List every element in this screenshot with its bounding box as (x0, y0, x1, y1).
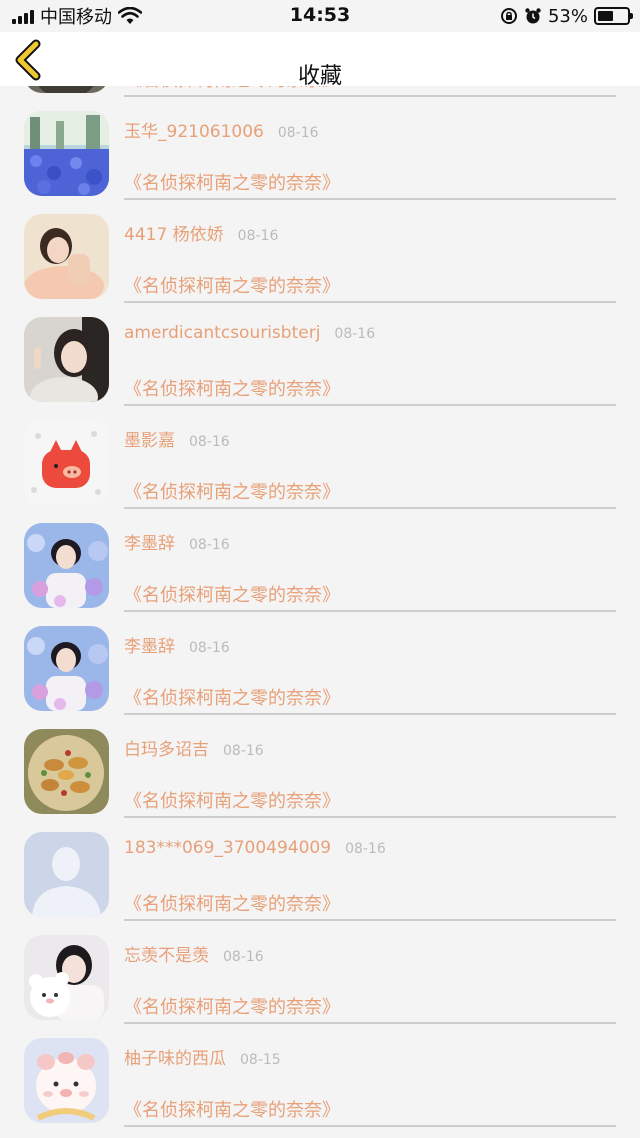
page-title: 收藏 (297, 64, 342, 89)
avatar[interactable] (24, 420, 109, 505)
username: amerdicantcsourisbterj (124, 323, 321, 343)
navigation-bar: 收藏 (0, 32, 640, 89)
avatar[interactable] (24, 832, 109, 917)
username: 玉华_921061006 (124, 122, 264, 142)
date-label: 08-16 (237, 228, 279, 244)
avatar[interactable] (24, 729, 109, 814)
avatar[interactable] (24, 1038, 109, 1123)
list-item[interactable]: 忘羡不是羡 08-16 《名侦探柯南之零的奈奈》 (0, 921, 640, 1024)
favorite-title-link[interactable]: 《名侦探柯南之零的奈奈》 (124, 787, 340, 813)
avatar[interactable] (24, 523, 109, 608)
username: 4417 杨依娇 (124, 225, 224, 245)
username: 白玛多诏吉 (124, 740, 209, 760)
date-label: 08-16 (277, 125, 319, 141)
date-label: 08-16 (223, 743, 264, 759)
username: 墨影嘉 (124, 431, 175, 451)
list-item[interactable]: 柚子味的西瓜 08-15 《名侦探柯南之零的奈奈》 (0, 1024, 640, 1127)
date-label: 08-16 (223, 949, 264, 965)
username: 忘羡不是羡 (124, 946, 209, 966)
favorite-title-link[interactable]: 《名侦探柯南之零的奈奈》 (124, 684, 340, 710)
divider (124, 1125, 616, 1127)
avatar[interactable] (24, 626, 109, 711)
date-label: 08-16 (189, 537, 230, 553)
username: 柚子味的西瓜 (124, 1049, 226, 1069)
favorite-title-link[interactable]: 《名侦探柯南之零的奈奈》 (124, 581, 340, 607)
favorite-title-link[interactable]: 《名侦探柯南之零的奈奈》 (124, 1096, 340, 1122)
battery-icon (594, 7, 633, 25)
battery-fill (598, 11, 613, 21)
avatar[interactable] (24, 111, 109, 196)
favorite-title-link[interactable]: 《名侦探柯南之零的奈奈》 (124, 169, 340, 195)
favorite-title-link[interactable]: 《名侦探柯南之零的奈奈》 (124, 993, 340, 1019)
orientation-lock-icon (500, 8, 517, 24)
favorite-title-link[interactable]: 《名侦探柯南之零的奈奈》 (124, 272, 340, 298)
date-label: 08-15 (240, 1052, 281, 1068)
avatar[interactable] (24, 317, 109, 402)
list-item[interactable]: 墨影嘉 08-16 《名侦探柯南之零的奈奈》 (0, 406, 640, 509)
username: 李墨辞 (124, 534, 175, 554)
avatar[interactable] (24, 935, 109, 1020)
favorite-title-link[interactable]: 《名侦探柯南之零的奈奈》 (124, 375, 340, 401)
list-item[interactable]: 李墨辞 08-16 《名侦探柯南之零的奈奈》 (0, 509, 640, 612)
list-item[interactable]: 4417 杨依娇 08-16 《名侦探柯南之零的奈奈》 (0, 200, 640, 303)
username: 183***069_3700494009 (124, 838, 332, 858)
avatar[interactable] (24, 214, 109, 299)
date-label: 08-16 (189, 640, 230, 656)
date-label: 08-16 (334, 326, 376, 342)
date-label: 08-16 (189, 434, 230, 450)
list-item[interactable]: 玉华_921061006 08-16 《名侦探柯南之零的奈奈》 (0, 97, 640, 200)
list-item[interactable]: 李墨辞 08-16 《名侦探柯南之零的奈奈》 (0, 612, 640, 715)
list-item[interactable]: 183***069_3700494009 08-16 《名侦探柯南之零的奈奈》 (0, 818, 640, 921)
username: 李墨辞 (124, 637, 175, 657)
alarm-icon (525, 8, 541, 24)
list-item[interactable]: 白玛多诏吉 08-16 《名侦探柯南之零的奈奈》 (0, 715, 640, 818)
favorite-title-link[interactable]: 《名侦探柯南之零的奈奈》 (124, 478, 340, 504)
favorite-title-link[interactable]: 《名侦探柯南之零的奈奈》 (124, 890, 340, 916)
status-bar: 中国移动 14:53 53% (0, 0, 640, 32)
list-item[interactable]: amerdicantcsourisbterj 08-16 《名侦探柯南之零的奈奈》 (0, 303, 640, 406)
battery-percent: 53% (547, 5, 588, 27)
date-label: 08-16 (345, 841, 386, 857)
